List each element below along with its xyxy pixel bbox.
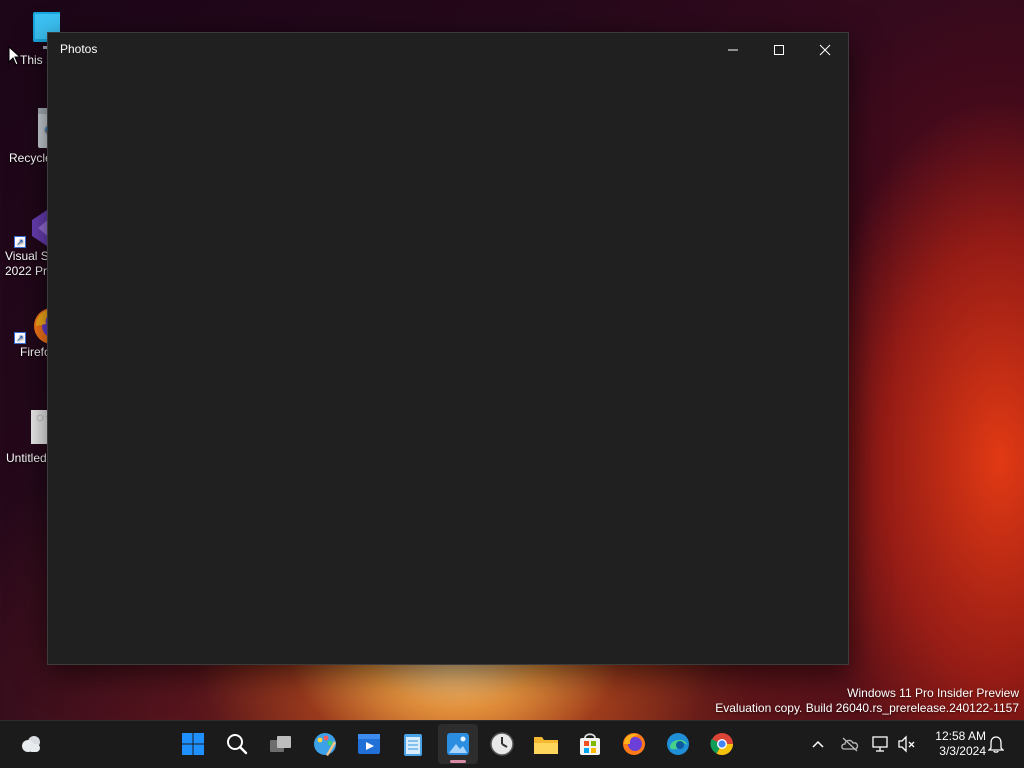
weather-icon xyxy=(22,736,40,752)
clipchamp-icon xyxy=(358,734,380,754)
paint-icon xyxy=(314,733,336,756)
minimize-icon xyxy=(728,49,738,50)
close-button[interactable] xyxy=(802,33,848,66)
close-icon xyxy=(819,44,831,55)
notepad-icon xyxy=(404,734,422,756)
search-button[interactable] xyxy=(217,724,257,764)
edge-icon xyxy=(667,733,689,755)
firefox-taskbar-button[interactable] xyxy=(614,724,654,764)
evaluation-watermark: Windows 11 Pro Insider Preview Evaluatio… xyxy=(715,686,1019,715)
photos-window[interactable]: Photos xyxy=(47,32,849,665)
clock-app-icon xyxy=(490,732,514,756)
active-app-indicator xyxy=(450,760,466,763)
title-bar[interactable]: Photos xyxy=(48,33,848,66)
maximize-button[interactable] xyxy=(756,33,802,66)
store-button[interactable] xyxy=(570,724,610,764)
task-view-icon xyxy=(270,736,291,752)
clock-date-button[interactable]: 12:58 AM 3/3/2024 xyxy=(926,729,986,759)
photos-content-area xyxy=(48,66,848,664)
notepad-button[interactable] xyxy=(393,724,433,764)
network-tray-button[interactable] xyxy=(871,733,891,755)
watermark-line-2: Evaluation copy. Build 26040.rs_prerelea… xyxy=(715,700,1019,715)
window-title: Photos xyxy=(60,42,98,56)
notifications-button[interactable] xyxy=(986,733,1006,755)
chrome-icon xyxy=(710,733,733,755)
clock-date: 3/3/2024 xyxy=(939,744,986,758)
volume-muted-icon xyxy=(898,735,915,753)
show-hidden-icons-button[interactable] xyxy=(808,733,828,755)
photos-icon xyxy=(447,733,469,755)
start-icon xyxy=(182,733,204,755)
task-view-button[interactable] xyxy=(261,724,301,764)
chevron-up-icon xyxy=(812,740,824,748)
start-button[interactable] xyxy=(173,724,213,764)
shortcut-arrow-icon: ↗ xyxy=(14,332,26,344)
watermark-line-1: Windows 11 Pro Insider Preview xyxy=(847,686,1019,700)
paint-button[interactable] xyxy=(305,724,345,764)
firefox-icon xyxy=(623,733,645,755)
volume-tray-button[interactable] xyxy=(897,733,917,755)
taskbar: 12:58 AM 3/3/2024 xyxy=(0,720,1024,768)
clock-app-button[interactable] xyxy=(482,724,522,764)
weather-widget-button[interactable] xyxy=(12,724,52,764)
network-icon xyxy=(872,736,888,752)
file-explorer-button[interactable] xyxy=(526,724,566,764)
bell-icon xyxy=(988,736,1004,753)
onedrive-icon xyxy=(841,737,859,752)
photos-taskbar-button[interactable] xyxy=(438,724,478,764)
edge-button[interactable] xyxy=(658,724,698,764)
shortcut-arrow-icon: ↗ xyxy=(14,236,26,248)
onedrive-tray-button[interactable] xyxy=(840,733,860,755)
chrome-button[interactable] xyxy=(702,724,742,764)
search-icon xyxy=(227,734,248,755)
file-explorer-icon xyxy=(534,737,558,754)
clock-time: 12:58 AM xyxy=(935,729,986,743)
maximize-icon xyxy=(774,44,784,55)
minimize-button[interactable] xyxy=(710,33,756,66)
clipchamp-button[interactable] xyxy=(349,724,389,764)
store-icon xyxy=(580,733,600,755)
